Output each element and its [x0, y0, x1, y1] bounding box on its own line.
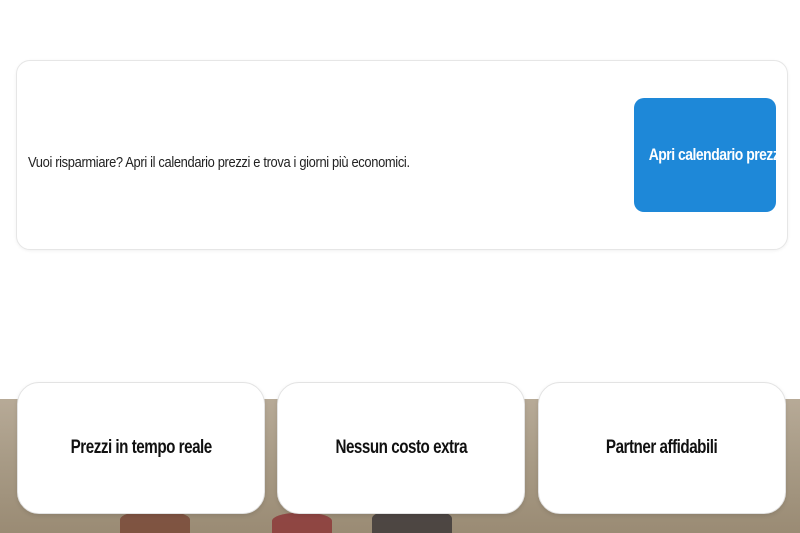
feature-label-trusted-partners: Partner affidabili	[606, 437, 718, 458]
photo-figure-center	[272, 513, 332, 533]
feature-card-trusted-partners: Partner affidabili	[538, 382, 786, 514]
open-price-calendar-button-label: Apri calendario prezzi	[648, 145, 776, 164]
feature-label-no-extra-costs: Nessun costo extra	[335, 437, 467, 458]
price-calendar-prompt: Vuoi risparmiare? Apri il calendario pre…	[28, 154, 410, 171]
feature-card-no-extra-costs: Nessun costo extra	[277, 382, 525, 514]
open-price-calendar-button[interactable]: Apri calendario prezzi	[634, 98, 776, 212]
feature-card-real-time-prices: Prezzi in tempo reale	[17, 382, 265, 514]
photo-figure-left	[120, 511, 190, 533]
price-calendar-card: Vuoi risparmiare? Apri il calendario pre…	[16, 60, 788, 250]
feature-label-real-time-prices: Prezzi in tempo reale	[70, 437, 212, 458]
